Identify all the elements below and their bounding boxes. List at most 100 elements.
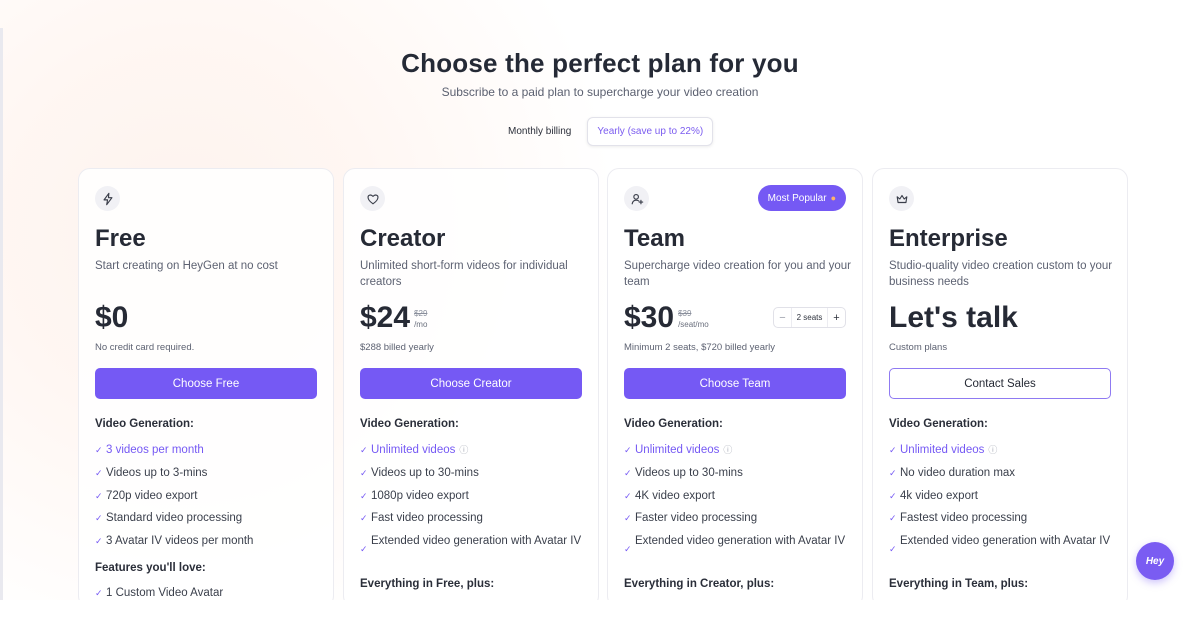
section-title: Everything in Free, plus: [360,578,495,590]
check-icon: ✓ [360,491,368,501]
plan-card-team: Most Popular ● Team Supercharge video cre… [607,168,863,608]
check-icon: ✓ [889,468,897,478]
left-border [0,28,3,600]
seat-stepper: − 2 seats + [773,307,846,328]
info-icon[interactable]: ⓘ [459,442,468,458]
feature-item: ✓ Videos up to 30-mins [360,467,479,479]
check-icon: ✓ [889,544,897,554]
page-bottom-margin [0,600,1200,628]
feature-item: ✓ 3 Avatar IV videos per month [95,535,254,547]
pricing-page: Choose the perfect plan for you Subscrib… [0,0,1200,628]
plan-card-free: Free Start creating on HeyGen at no cost… [78,168,334,608]
feature-item: ✓ No video duration max [889,467,1016,479]
monthly-billing-option[interactable]: Monthly billing [492,117,587,146]
check-icon: ✓ [624,544,632,554]
check-icon: ✓ [889,445,897,455]
bolt-icon [95,186,120,211]
choose-creator-button[interactable]: Choose Creator [360,368,582,399]
plan-card-enterprise: Enterprise Studio-quality video creation… [872,168,1128,608]
feature-item: ✓ Unlimited videos ⓘ [624,442,733,458]
feature-item: ✓ Faster video processing [624,512,758,524]
feature-item: ✓ Standard video processing [95,512,243,524]
plan-description: Start creating on HeyGen at no cost [95,260,278,272]
plan-name: Team [624,225,685,252]
check-icon: ✓ [95,491,103,501]
billing-note: Custom plans [889,342,948,353]
check-icon: ✓ [360,445,368,455]
user-plus-icon [624,186,649,211]
billing-note: $288 billed yearly [360,342,434,353]
billing-note: Minimum 2 seats, $720 billed yearly [624,342,776,353]
decrease-seats-button[interactable]: − [774,308,792,327]
check-icon: ✓ [95,468,103,478]
page-subtitle: Subscribe to a paid plan to supercharge … [441,85,759,99]
crown-icon [889,186,914,211]
feature-item: ✓ 3 videos per month [95,444,204,456]
most-popular-badge: Most Popular ● [757,185,846,211]
old-price: $39 [678,309,692,318]
plan-name: Enterprise [889,225,1008,252]
choose-free-button[interactable]: Choose Free [95,368,317,399]
choose-team-button[interactable]: Choose Team [624,368,846,399]
plan-description: Supercharge video creation for you and y… [624,260,851,288]
feature-item: ✓ Extended video generation with Avatar I… [624,533,850,557]
price-row: $30 $39 /seat/mo [624,300,709,336]
info-icon[interactable]: ⓘ [723,442,732,458]
feature-item: ✓ 4K video export [624,490,715,502]
feature-item: ✓ Extended video generation with Avatar I… [889,533,1115,557]
check-icon: ✓ [624,513,632,523]
check-icon: ✓ [360,468,368,478]
check-icon: ✓ [360,544,368,554]
check-icon: ✓ [889,491,897,501]
plan-name: Creator [360,225,446,252]
check-icon: ✓ [95,588,103,598]
section-title: Everything in Creator, plus: [624,578,775,590]
feature-item: ✓ Extended video generation with Avatar I… [360,533,586,557]
plan-price: $0 [95,301,129,334]
chat-launcher-button[interactable]: Hey [1136,542,1174,580]
price-row: Let's talk [889,300,1018,336]
heart-icon [360,186,385,211]
plan-name: Free [95,225,146,252]
section-title: Features you'll love: [95,562,206,574]
price-row: $24 $29 /mo [360,300,427,336]
feature-item: ✓ Videos up to 30-mins [624,467,743,479]
increase-seats-button[interactable]: + [826,308,845,327]
plan-card-creator: Creator Unlimited short-form videos for … [343,168,599,608]
contact-sales-button[interactable]: Contact Sales [889,368,1111,399]
seat-count: 2 seats [796,313,823,322]
check-icon: ✓ [360,513,368,523]
feature-item: ✓ Videos up to 3-mins [95,467,208,479]
price-row: $0 [95,300,128,336]
check-icon: ✓ [95,513,103,523]
fire-icon: ● [830,193,836,203]
feature-item: ✓ Fastest video processing [889,512,1028,524]
check-icon: ✓ [889,513,897,523]
price-period: /mo [414,320,428,329]
check-icon: ✓ [624,445,632,455]
feature-item: ✓ 4k video export [889,490,978,502]
old-price: $29 [414,309,428,318]
check-icon: ✓ [95,536,103,546]
billing-toggle: Monthly billing Yearly (save up to 22%) [492,117,728,146]
yearly-billing-option[interactable]: Yearly (save up to 22%) [587,117,714,146]
feature-item: ✓ 1 Custom Video Avatar [95,587,224,599]
price-period: /seat/mo [678,320,709,329]
check-icon: ✓ [624,468,632,478]
plan-description: Unlimited short-form videos for individu… [360,260,568,288]
feature-item: ✓ 1080p video export [360,490,469,502]
check-icon: ✓ [624,491,632,501]
plan-description: Studio-quality video creation custom to … [889,260,1113,288]
plan-price: $24 [360,301,411,334]
feature-item: ✓ Unlimited videos ⓘ [889,442,998,458]
section-title: Video Generation: [360,418,459,430]
check-icon: ✓ [95,445,103,455]
section-title: Everything in Team, plus: [889,578,1029,590]
section-title: Video Generation: [624,418,723,430]
feature-item: ✓ Unlimited videos ⓘ [360,442,469,458]
info-icon[interactable]: ⓘ [988,442,997,458]
section-title: Video Generation: [95,418,194,430]
feature-item: ✓ Fast video processing [360,512,483,524]
section-title: Video Generation: [889,418,988,430]
feature-item: ✓ 720p video export [95,490,198,502]
